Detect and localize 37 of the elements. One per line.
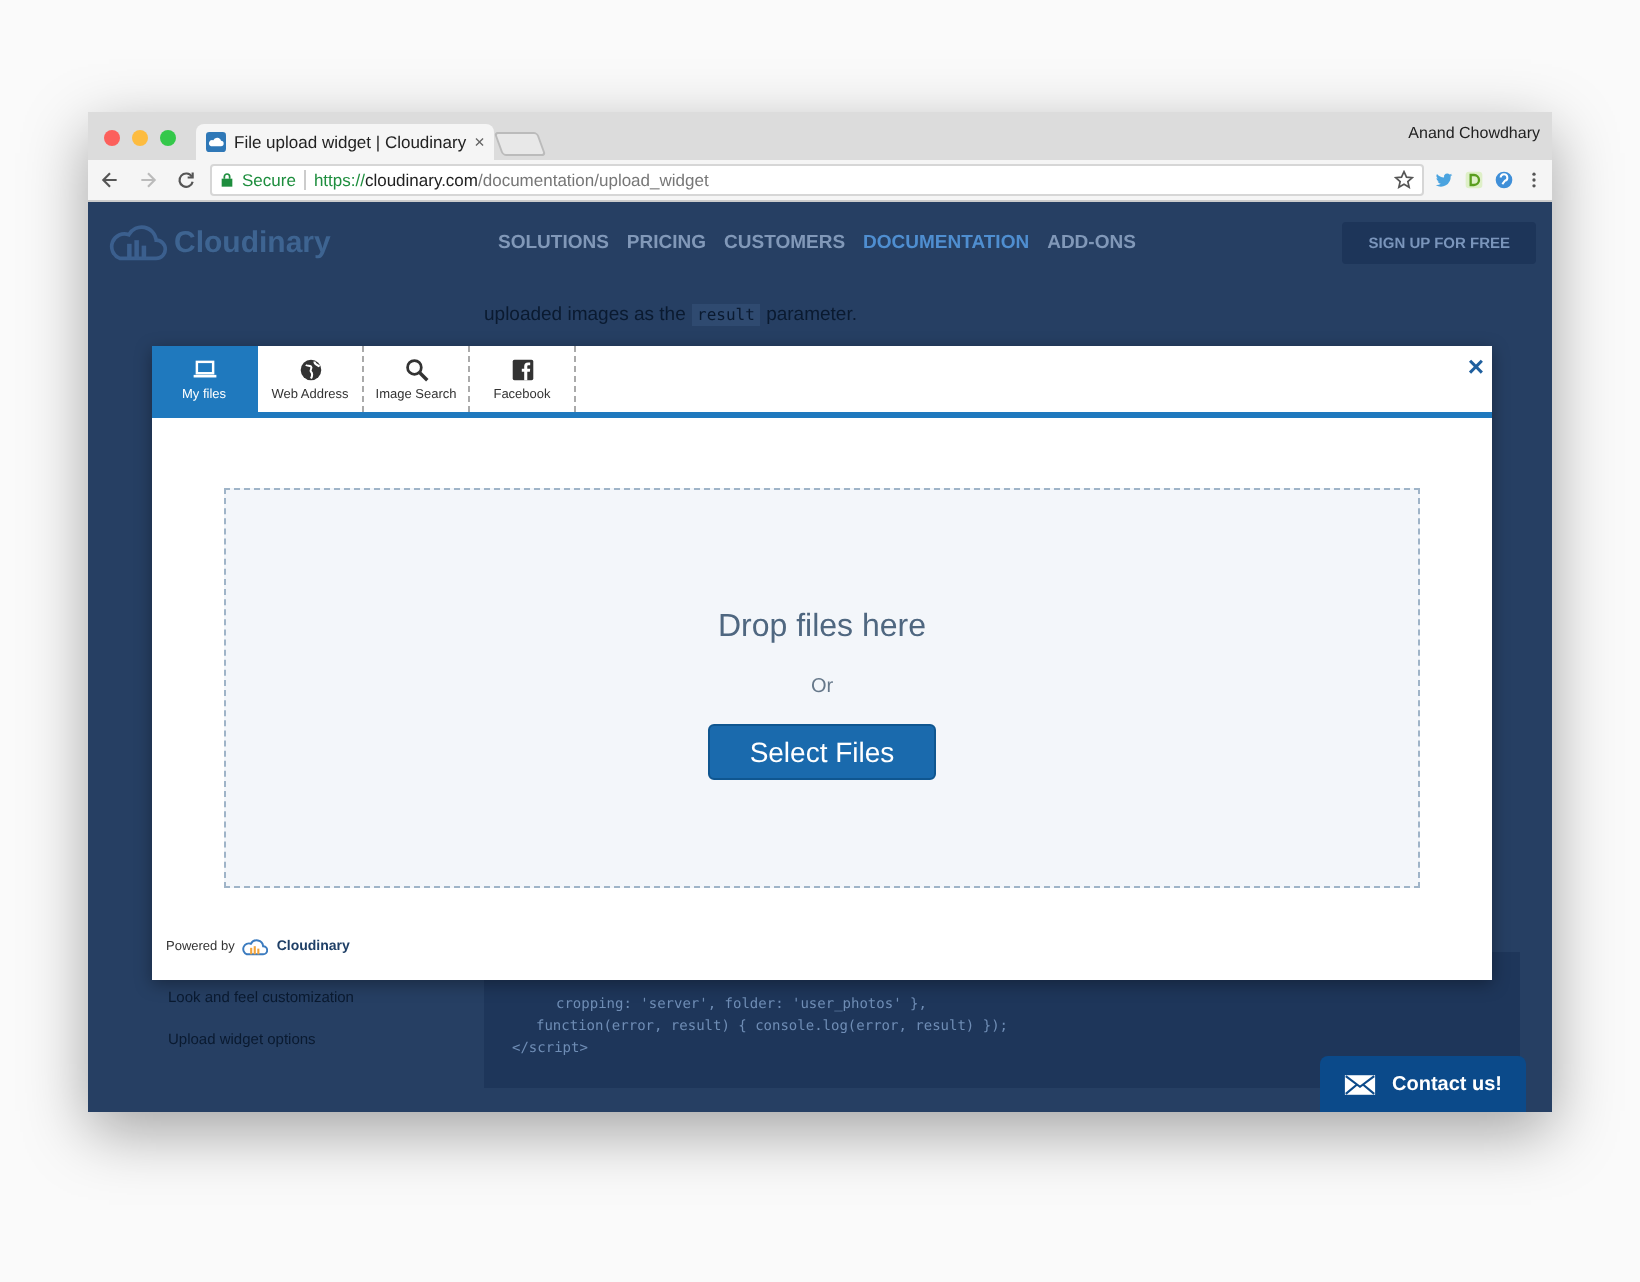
or-text: Or [810,675,834,697]
select-files-button[interactable]: Select Files [707,723,937,779]
close-window-icon[interactable] [104,130,120,146]
tab-title: File upload widget | Cloudinary [234,132,467,152]
nav-link[interactable]: SOLUTIONS [498,231,609,253]
close-button[interactable]: × [1467,350,1484,382]
letter-d-icon[interactable] [1464,170,1484,190]
tab-close-button[interactable]: × [474,132,485,152]
drop-zone[interactable]: Drop files here Or Select Files [224,488,1420,888]
star-icon[interactable] [1394,170,1414,190]
bird-icon[interactable] [1434,170,1454,190]
nav-link[interactable]: ADD-ONS [1047,231,1136,253]
drop-files-text: Drop files here [717,609,927,645]
cloud-logo-icon [108,222,168,262]
lock-icon [220,172,234,188]
maximize-window-icon[interactable] [160,130,176,146]
address-bar[interactable]: Secure https://cloudinary.com/documentation/upload_widget [210,164,1424,196]
nav-link[interactable]: PRICING [626,231,707,253]
cloud-logo-icon [242,937,269,955]
secure-label: Secure [242,170,296,190]
forward-arrow-icon[interactable] [138,170,158,190]
url-text: https://cloudinary.com/documentation/upload_widget [313,170,709,190]
laptop-icon [191,357,217,381]
profile-name[interactable]: Anand Chowdhary [1408,124,1552,160]
contact-us-button[interactable]: Contact us! [1320,1056,1526,1112]
browser-tab[interactable]: File upload widget | Cloudinary × [196,124,495,160]
envelope-icon [1344,1073,1376,1095]
facebook-icon [509,357,535,381]
circle-extension-icon[interactable] [1494,170,1514,190]
back-arrow-icon[interactable] [100,170,120,190]
search-icon [403,357,429,381]
new-tab-button[interactable] [494,132,548,156]
globe-icon [297,357,323,381]
cloud-favicon-icon [206,132,226,152]
nav-link[interactable]: CUSTOMERS [724,231,846,253]
reload-icon[interactable] [176,170,196,190]
nav-link[interactable]: DOCUMENTATION [863,231,1030,253]
